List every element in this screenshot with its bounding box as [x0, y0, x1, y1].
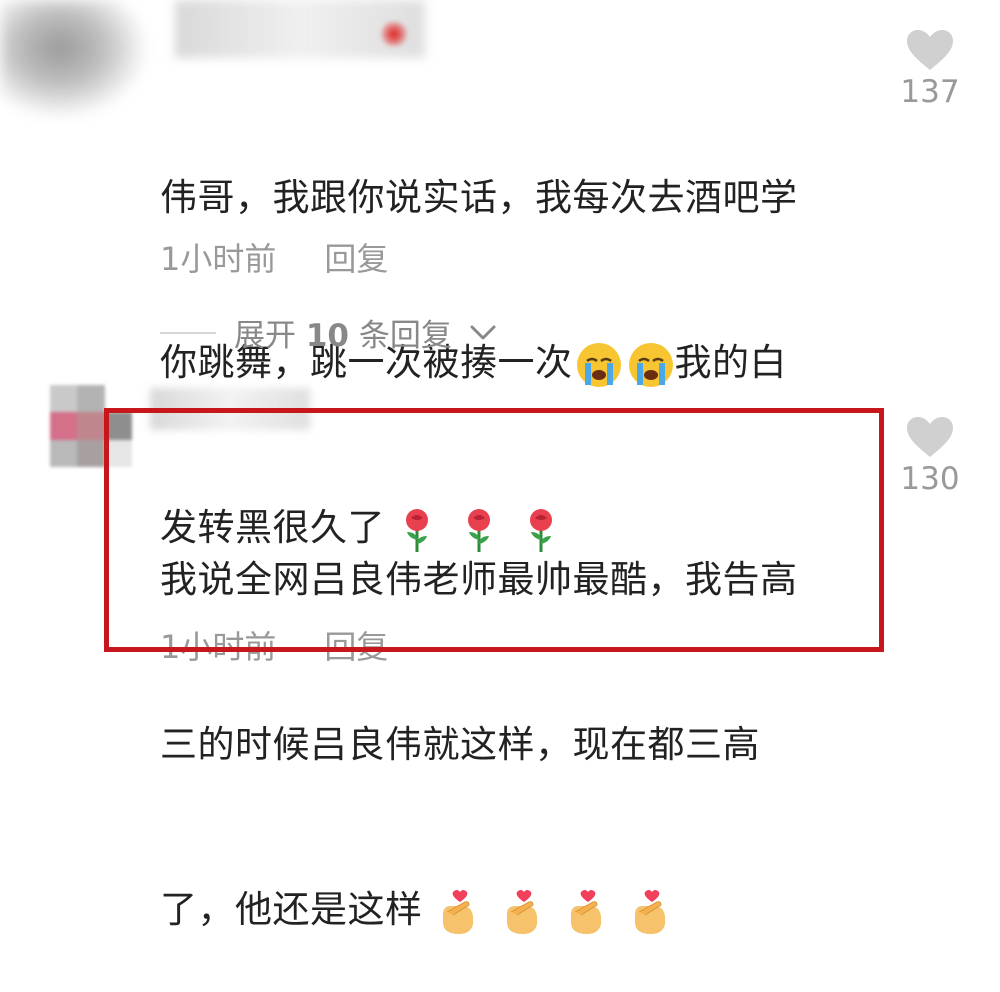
finger-heart-icon: [506, 889, 537, 934]
divider-line: [160, 331, 216, 334]
expand-prefix: 展开: [234, 318, 296, 354]
finger-heart-icon: [634, 889, 665, 934]
expand-count: 10: [305, 318, 349, 354]
finger-heart-icon: [442, 889, 473, 934]
chevron-down-icon: [470, 325, 496, 339]
highlight-box: [104, 408, 884, 652]
comment-1-meta: 1小时前 回复: [160, 234, 388, 280]
badge-mark: [380, 22, 408, 46]
comment-2-line-3-text: 了，他还是这样: [160, 888, 423, 931]
comment-1-like-button[interactable]: 137: [890, 28, 970, 110]
comment-1-like-count: 137: [900, 74, 960, 110]
comment-2-line-2: 三的时候吕良伟就这样，现在都三高: [160, 723, 760, 766]
expand-suffix: 条回复: [358, 318, 452, 354]
heart-icon: [907, 417, 953, 457]
comment-2-like-button[interactable]: 130: [890, 415, 970, 497]
comment-1-reply-button[interactable]: 回复: [324, 234, 388, 280]
heart-icon: [907, 30, 953, 70]
expand-replies-label: 展开 10 条回复: [234, 310, 452, 355]
commenter-1-avatar[interactable]: [0, 0, 150, 120]
crying-face-icon: [628, 342, 673, 387]
comment-1-line-2-tail: 我的白: [674, 341, 787, 384]
comment-1-time: 1小时前: [160, 240, 277, 278]
comment-2-like-count: 130: [900, 461, 960, 497]
expand-replies-button[interactable]: 展开 10 条回复: [160, 310, 496, 355]
crying-face-icon: [576, 342, 621, 387]
comment-1-line-1: 伟哥，我跟你说实话，我每次去酒吧学: [160, 176, 798, 219]
comment-2-line-3: 了，他还是这样: [160, 882, 860, 937]
finger-heart-icon: [570, 889, 601, 934]
